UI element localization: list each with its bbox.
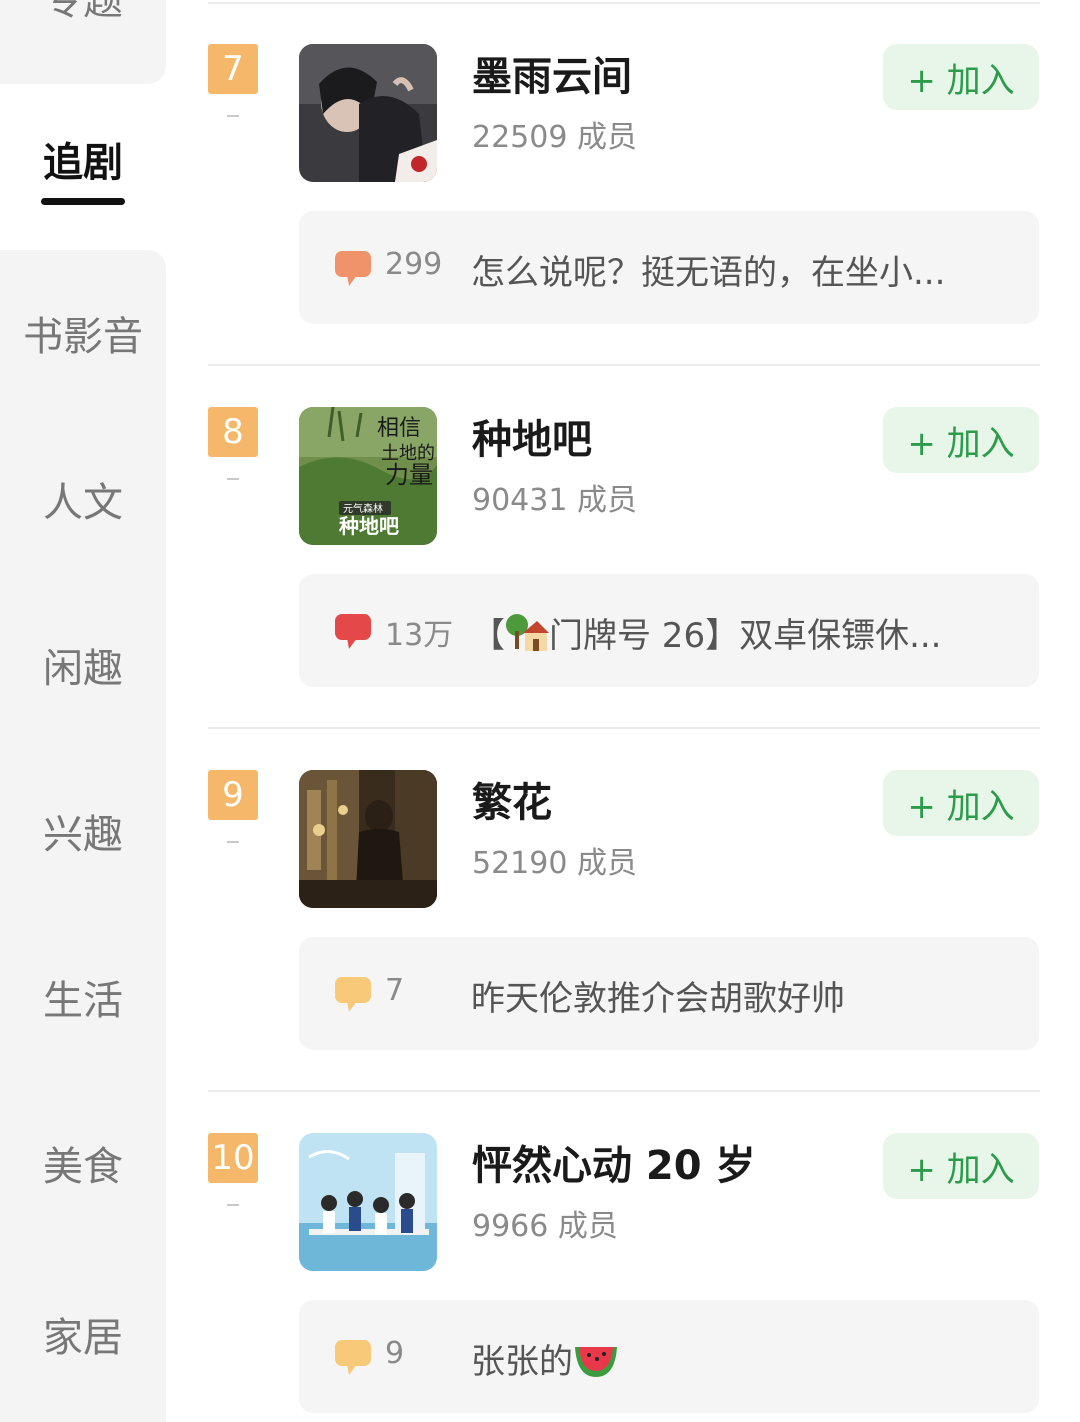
comment-count: 7 <box>385 973 405 1008</box>
cover-art <box>299 44 437 182</box>
rank-change-indicator <box>227 1204 239 1206</box>
group-title: 繁花 <box>472 780 552 826</box>
svg-text:相信: 相信 <box>377 416 421 441</box>
post-text: 怎么说呢？挺无语的，在坐小... <box>471 253 946 293</box>
sidebar-item-life[interactable]: 生活 <box>0 914 166 1080</box>
cover-art <box>299 1133 437 1271</box>
watermelon-emoji-icon <box>575 1347 617 1377</box>
post-text-prefix: 【 <box>471 616 505 656</box>
svg-text:力量: 力量 <box>385 461 433 489</box>
sidebar-item-home[interactable]: 家居 <box>0 1246 166 1422</box>
post-text: 昨天伦敦推介会胡歌好帅 <box>471 979 845 1019</box>
category-sidebar: 专题 追剧 书影音 人文 闲趣 兴趣 生活 美食 家居 <box>0 0 166 1422</box>
house-tree-emoji-icon <box>506 614 549 651</box>
rank-badge: 7 <box>208 44 258 94</box>
rank-change-indicator <box>227 478 239 480</box>
join-button[interactable]: + 加入 <box>883 407 1039 473</box>
top-post[interactable]: 299 怎么说呢？挺无语的，在坐小... <box>299 211 1039 324</box>
sidebar-item-drama[interactable]: 追剧 <box>0 84 166 250</box>
group-cover-image[interactable]: 相信 土地的 力量 元气森林 种地吧 <box>299 407 437 545</box>
sidebar-item-food[interactable]: 美食 <box>0 1080 166 1246</box>
sidebar-item-label: 追剧 <box>43 139 123 186</box>
member-count: 9966 成员 <box>472 1209 618 1244</box>
sidebar-item-label: 生活 <box>43 978 123 1024</box>
group-cover-image[interactable] <box>299 1133 437 1271</box>
sidebar-item-label: 闲趣 <box>43 646 123 692</box>
member-count: 52190 成员 <box>472 846 637 881</box>
sidebar-item-label: 专题 <box>43 0 123 24</box>
sidebar-item-label: 兴趣 <box>43 812 123 858</box>
post-text-body: 张张的 <box>471 1342 573 1382</box>
group-cover-image[interactable] <box>299 44 437 182</box>
group-ranking-list: 7 墨雨云间 22509 成员 + 加入 299 怎么说呢？挺无语的，在坐小..… <box>166 0 1080 1422</box>
sidebar-item-topics[interactable]: 专题 <box>0 0 166 84</box>
sidebar-item-label: 书影音 <box>23 314 143 360</box>
top-post[interactable]: 9 张张的 <box>299 1300 1039 1413</box>
join-button[interactable]: + 加入 <box>883 44 1039 110</box>
comment-count: 13万 <box>385 618 454 653</box>
sidebar-item-label: 家居 <box>43 1315 123 1361</box>
list-item[interactable]: 10 怦然心动 20 岁 9966 成员 + 加入 9 张张的 <box>166 1089 1080 1422</box>
rank-change-indicator <box>227 115 239 117</box>
post-text: 张张的 <box>471 1334 1016 1383</box>
list-item[interactable]: 7 墨雨云间 22509 成员 + 加入 299 怎么说呢？挺无语的，在坐小..… <box>166 0 1080 363</box>
group-title: 墨雨云间 <box>472 54 632 100</box>
svg-text:种地吧: 种地吧 <box>338 514 399 538</box>
group-title: 种地吧 <box>472 417 592 463</box>
sidebar-item-label: 美食 <box>43 1144 123 1190</box>
speech-bubble-icon <box>335 977 371 1012</box>
rank-badge: 10 <box>208 1133 258 1183</box>
active-tab-indicator <box>41 197 125 205</box>
cover-art <box>299 770 437 908</box>
list-item[interactable]: 8 相信 土地的 力量 元气森林 种地吧 种地吧 90431 成员 + 加入 1… <box>166 363 1080 726</box>
top-post[interactable]: 7 昨天伦敦推介会胡歌好帅 <box>299 937 1039 1050</box>
rank-badge: 8 <box>208 407 258 457</box>
sidebar-item-leisure[interactable]: 闲趣 <box>0 582 166 748</box>
top-post[interactable]: 13万 【 门牌号 26】双卓保镖休... <box>299 574 1039 687</box>
cover-art: 相信 土地的 力量 元气森林 种地吧 <box>299 407 437 545</box>
speech-bubble-icon <box>335 614 371 649</box>
rank-badge: 9 <box>208 770 258 820</box>
post-text-body: 门牌号 26】双卓保镖休... <box>549 616 942 656</box>
comment-count: 9 <box>385 1336 405 1371</box>
group-cover-image[interactable] <box>299 770 437 908</box>
rank-change-indicator <box>227 841 239 843</box>
sidebar-item-books-movies-music[interactable]: 书影音 <box>0 250 166 416</box>
sidebar-item-label: 人文 <box>43 480 123 526</box>
list-item[interactable]: 9 繁花 52190 成员 + 加入 7 昨天伦敦推介会胡歌好帅 <box>166 726 1080 1089</box>
join-button[interactable]: + 加入 <box>883 770 1039 836</box>
sidebar-item-interests[interactable]: 兴趣 <box>0 748 166 914</box>
speech-bubble-icon <box>335 251 371 286</box>
group-title: 怦然心动 20 岁 <box>472 1143 756 1189</box>
speech-bubble-icon <box>335 1340 371 1375</box>
sidebar-item-humanities[interactable]: 人文 <box>0 416 166 582</box>
page: 专题 追剧 书影音 人文 闲趣 兴趣 生活 美食 家居 7 墨雨云间 22509… <box>0 0 1080 1422</box>
post-text: 【 门牌号 26】双卓保镖休... <box>471 608 1016 657</box>
member-count: 90431 成员 <box>472 483 637 518</box>
member-count: 22509 成员 <box>472 120 637 155</box>
comment-count: 299 <box>385 247 443 282</box>
join-button[interactable]: + 加入 <box>883 1133 1039 1199</box>
